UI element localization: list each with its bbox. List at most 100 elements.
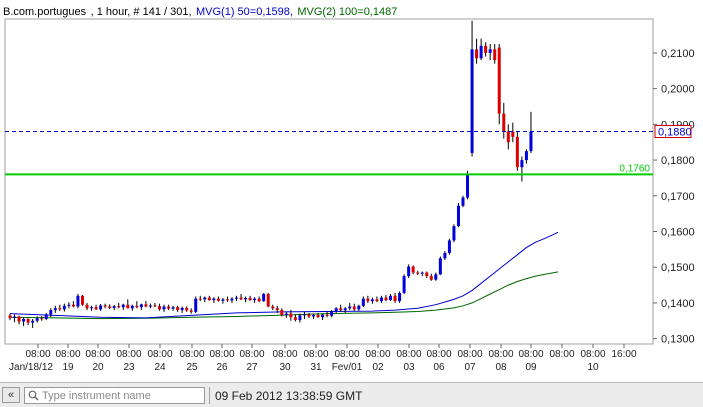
x-time-label: 08:00 xyxy=(488,349,513,360)
candle-body xyxy=(402,276,406,293)
candle-body xyxy=(121,304,125,308)
candle-body xyxy=(293,317,297,321)
candle-body xyxy=(221,299,225,301)
candle-body xyxy=(148,305,152,307)
candle-body xyxy=(443,252,447,259)
candle-body xyxy=(511,131,515,137)
x-date-label: 31 xyxy=(310,362,322,373)
x-time-label: 08:00 xyxy=(426,349,451,360)
chart-panel[interactable]: 0,21000,20000,19000,18000,17000,16000,15… xyxy=(0,0,703,383)
candle-body xyxy=(475,49,479,59)
candle-body xyxy=(520,160,524,168)
candle-body xyxy=(452,226,456,241)
candle-body xyxy=(420,272,424,274)
toolbar-divider xyxy=(209,387,210,404)
x-date-label: 03 xyxy=(403,362,415,373)
candle-body xyxy=(76,295,80,307)
x-date-label: 30 xyxy=(279,362,291,373)
x-time-label: 08:00 xyxy=(116,349,141,360)
candle-body xyxy=(176,307,180,311)
candle-body xyxy=(488,49,492,53)
candle-body xyxy=(302,314,306,316)
candle-body xyxy=(126,304,130,309)
candle-body xyxy=(90,307,94,309)
instrument-name-input[interactable] xyxy=(42,388,202,403)
candle-body xyxy=(49,310,53,315)
candle-body xyxy=(389,295,393,301)
candle-body xyxy=(330,311,334,316)
candle-body xyxy=(361,298,365,306)
current-price-label: 0,1880 xyxy=(658,127,692,139)
price-chart[interactable]: 0,21000,20000,19000,18000,17000,16000,15… xyxy=(0,0,703,382)
plot-frame xyxy=(4,18,654,345)
candle-body xyxy=(216,298,220,301)
candle-body xyxy=(429,276,433,280)
candle-body xyxy=(456,205,460,227)
candle-body xyxy=(203,297,207,300)
candle-body xyxy=(40,318,44,320)
candle-body xyxy=(352,306,356,310)
candle-body xyxy=(230,298,234,301)
candle-body xyxy=(189,310,193,312)
candle-body xyxy=(35,318,39,321)
candle-body xyxy=(44,314,48,319)
candle-body xyxy=(515,136,519,168)
candle-body xyxy=(325,314,329,316)
candle-body xyxy=(253,298,257,301)
x-date-label: Jan/18/12 xyxy=(9,362,53,373)
x-time-label: 08:00 xyxy=(179,349,204,360)
candle-body xyxy=(316,315,320,318)
y-tick-label: 0,1700 xyxy=(661,191,695,203)
candle-body xyxy=(130,305,134,309)
candle-body xyxy=(484,45,488,53)
candle-body xyxy=(257,298,261,302)
x-time-label: 08:00 xyxy=(396,349,421,360)
y-tick-label: 0,2100 xyxy=(661,48,695,60)
candle-body xyxy=(502,113,506,132)
candle-body xyxy=(339,308,343,311)
candle-body xyxy=(411,266,415,273)
candle-body xyxy=(262,294,266,302)
x-time-label: 08:00 xyxy=(334,349,359,360)
candle-body xyxy=(524,151,528,161)
candle-body xyxy=(438,258,442,275)
candle-body xyxy=(280,310,284,316)
scroll-left-button[interactable]: « xyxy=(2,387,20,403)
candle-body xyxy=(167,306,171,309)
candle-body xyxy=(139,304,143,308)
candle-body xyxy=(108,306,112,308)
x-date-label: 08 xyxy=(495,362,507,373)
candle-body xyxy=(31,320,35,323)
candle-body xyxy=(248,297,252,301)
candle-body xyxy=(62,305,66,310)
candle-body xyxy=(357,305,361,310)
double-chevron-left-icon: « xyxy=(7,389,15,401)
x-time-label: 08:00 xyxy=(272,349,297,360)
candle-body xyxy=(99,305,103,310)
x-date-label: 02 xyxy=(372,362,384,373)
candle-body xyxy=(198,298,202,300)
candle-body xyxy=(298,315,302,321)
candle-body xyxy=(8,315,12,318)
x-date-label: Fev/01 xyxy=(332,362,363,373)
x-date-label: 20 xyxy=(92,362,104,373)
candle-body xyxy=(117,306,121,308)
candle-body xyxy=(416,272,420,274)
candle-body xyxy=(461,197,465,206)
instrument-search[interactable] xyxy=(24,387,205,404)
candle-body xyxy=(58,308,62,310)
x-date-label: 19 xyxy=(62,362,74,373)
candle-body xyxy=(94,307,98,310)
candle-body xyxy=(239,297,243,300)
x-time-label: 08:00 xyxy=(25,349,50,360)
server-timestamp: 09 Feb 2012 13:38:59 GMT xyxy=(215,389,363,403)
candle-body xyxy=(307,314,311,317)
candle-body xyxy=(348,306,352,309)
candle-body xyxy=(212,298,216,301)
candle-body xyxy=(112,306,116,308)
symbol-name: B.com.portugues xyxy=(3,6,87,18)
candle-body xyxy=(321,314,325,318)
x-date-label: 26 xyxy=(216,362,228,373)
candle-body xyxy=(271,306,275,309)
x-date-label: 23 xyxy=(123,362,135,373)
